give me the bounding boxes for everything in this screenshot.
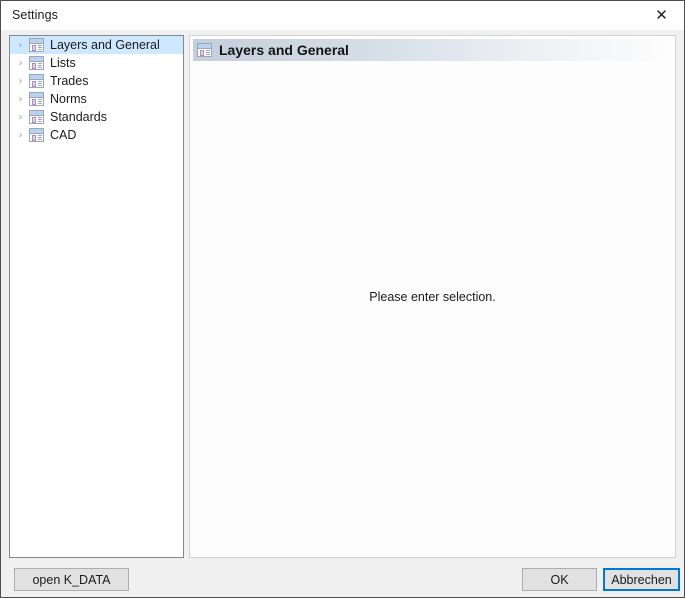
settings-page-icon: [29, 92, 44, 106]
tree-item-norms[interactable]: › Norms: [10, 90, 183, 108]
tree-item-label: Layers and General: [50, 37, 160, 52]
tree-item-trades[interactable]: › Trades: [10, 72, 183, 90]
chevron-right-icon[interactable]: ›: [12, 130, 29, 141]
settings-page-icon: [29, 110, 44, 124]
tree-item-standards[interactable]: › Standards: [10, 108, 183, 126]
tree-item-label: Norms: [50, 91, 87, 106]
tree-item-lists[interactable]: › Lists: [10, 54, 183, 72]
chevron-right-icon[interactable]: ›: [12, 76, 29, 87]
content-panel: Layers and General Please enter selectio…: [189, 35, 676, 558]
chevron-right-icon[interactable]: ›: [12, 40, 29, 51]
content-empty-state: Please enter selection.: [190, 36, 675, 557]
chevron-right-icon[interactable]: ›: [12, 112, 29, 123]
settings-page-icon: [29, 74, 44, 88]
chevron-right-icon[interactable]: ›: [12, 94, 29, 105]
open-kdata-button[interactable]: open K_DATA: [14, 568, 129, 591]
tree-item-label: Standards: [50, 109, 107, 124]
tree-item-layers-and-general[interactable]: › Layers and General: [10, 36, 183, 54]
cancel-button[interactable]: Abbrechen: [603, 568, 680, 591]
tree-item-label: Trades: [50, 73, 89, 88]
settings-page-icon: [29, 56, 44, 70]
window-title: Settings: [12, 8, 58, 22]
settings-tree[interactable]: › Layers and General › Lists › Trades › …: [9, 35, 184, 558]
tree-item-label: Lists: [50, 55, 76, 70]
title-bar: Settings ✕: [1, 1, 684, 30]
tree-item-label: CAD: [50, 127, 77, 142]
close-icon: ✕: [655, 6, 668, 24]
ok-button[interactable]: OK: [522, 568, 597, 591]
close-button[interactable]: ✕: [639, 1, 684, 30]
settings-dialog-window: Settings ✕ › Layers and General › Lists …: [0, 0, 685, 598]
tree-item-cad[interactable]: › CAD: [10, 126, 183, 144]
empty-message: Please enter selection.: [369, 289, 496, 304]
settings-page-icon: [29, 128, 44, 142]
dialog-body: › Layers and General › Lists › Trades › …: [1, 30, 684, 597]
settings-page-icon: [29, 38, 44, 52]
chevron-right-icon[interactable]: ›: [12, 58, 29, 69]
